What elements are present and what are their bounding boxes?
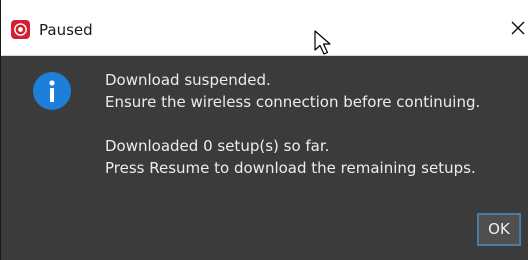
message-line-suspended: Download suspended. [105, 71, 271, 89]
ok-button[interactable]: OK [477, 213, 521, 246]
dialog-window: Paused Download suspended. Ensure the wi… [0, 0, 528, 260]
close-icon [511, 21, 525, 35]
message-line-wireless: Ensure the wireless connection before co… [105, 93, 481, 111]
message-spacer [105, 113, 480, 135]
mouse-pointer-icon [314, 30, 331, 55]
message-line-downloaded: Downloaded 0 setup(s) so far. [105, 137, 330, 155]
message-text: Download suspended. Ensure the wireless … [105, 69, 480, 179]
window-title: Paused [39, 21, 93, 39]
close-button[interactable] [503, 12, 528, 48]
message-line-resume: Press Resume to download the remaining s… [105, 159, 476, 177]
info-icon [33, 72, 71, 110]
title-bar[interactable]: Paused [1, 0, 528, 56]
app-logo-icon [11, 20, 30, 39]
